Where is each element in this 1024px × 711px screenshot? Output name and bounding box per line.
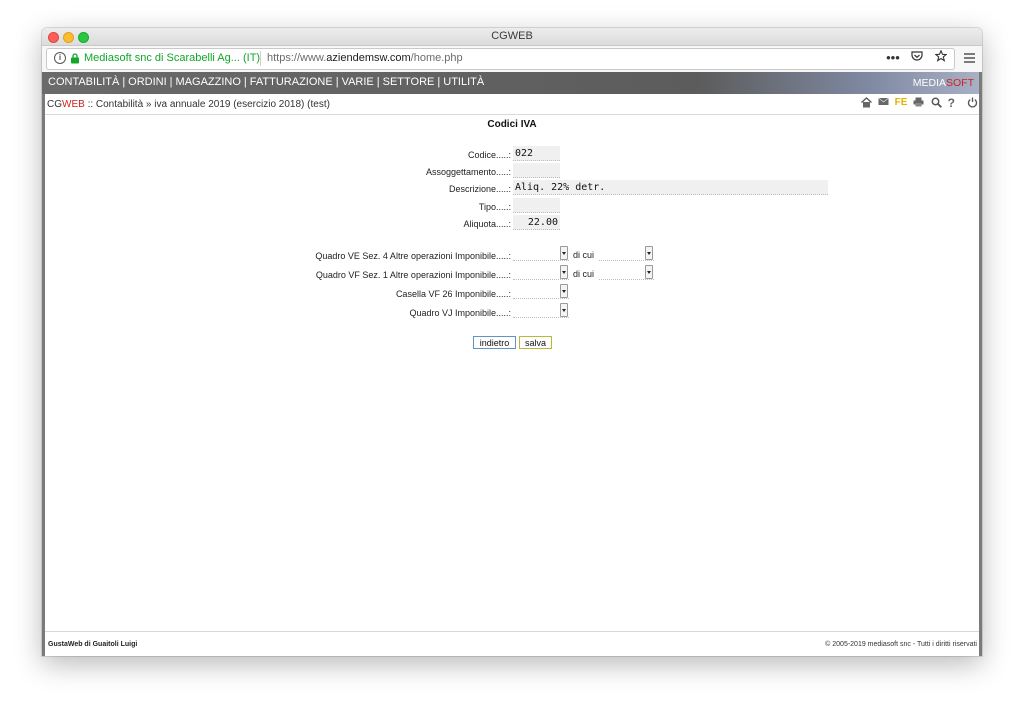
casella-vf26-dropdown-button[interactable] (560, 284, 568, 298)
codice-label: Codice.....: (467, 150, 511, 160)
quadro-vj-label: Quadro VJ Imponibile.....: (409, 308, 511, 318)
hamburger-menu-icon[interactable] (964, 50, 975, 66)
footer-copyright: © 2005-2019 mediasoft snc - Tutti i diri… (825, 641, 977, 648)
quadro-ve-dropdown-button[interactable] (560, 246, 568, 260)
url-prefix: https://www. (267, 52, 327, 64)
tipo-field[interactable] (513, 198, 560, 213)
menu-magazzino[interactable]: MAGAZZINO (176, 76, 241, 88)
brand-media: MEDIA (912, 77, 946, 89)
url-bar: i Mediasoft snc di Scarabelli Ag... (IT)… (42, 46, 982, 73)
quadro-vj-dropdown-button[interactable] (560, 303, 568, 317)
pocket-icon[interactable] (911, 50, 923, 65)
app-name-web: WEB (62, 99, 85, 110)
breadcrumb-path: :: Contabilità » iva annuale 2019 (eserc… (87, 99, 330, 110)
bookmark-star-icon[interactable] (934, 49, 948, 65)
menu-utilita[interactable]: UTILITÀ (443, 76, 484, 88)
browser-window: CGWEB i Mediasoft snc di Scarabelli Ag..… (42, 28, 982, 656)
left-frame-edge (42, 94, 45, 656)
codice-field[interactable]: 022 (513, 146, 560, 161)
power-icon[interactable] (967, 97, 978, 111)
title-bar: CGWEB (42, 28, 982, 46)
print-icon[interactable] (913, 97, 924, 110)
address-field[interactable]: i Mediasoft snc di Scarabelli Ag... (IT)… (46, 48, 955, 70)
right-frame-edge (979, 72, 982, 656)
breadcrumb-row: CGWEB :: Contabilità » iva annuale 2019 … (42, 94, 982, 115)
quadro-vf-dropdown-button[interactable] (560, 265, 568, 279)
fe-icon[interactable]: FE (895, 97, 908, 108)
page-title: Codici IVA (487, 119, 537, 130)
site-identity[interactable]: Mediasoft snc di Scarabelli Ag... (IT) (84, 52, 260, 64)
main-menu: CONTABILITÀ | ORDINI | MAGAZZINO | FATTURAZION… (48, 76, 484, 88)
descrizione-field[interactable]: Aliq. 22% detr. (513, 180, 828, 195)
home-icon[interactable] (860, 97, 872, 111)
assoggettamento-label: Assoggettamento.....: (425, 167, 511, 177)
help-icon[interactable]: ? (948, 97, 955, 109)
url-domain: aziendemsw.com (326, 52, 411, 64)
url-actions: ••• (878, 49, 948, 65)
brand-logo: MEDIASOFT (913, 77, 974, 89)
url-divider (260, 51, 261, 66)
main-menu-bar: CONTABILITÀ | ORDINI | MAGAZZINO | FATTURAZION… (42, 72, 982, 94)
menu-separator: | (122, 76, 126, 88)
menu-separator: | (437, 76, 441, 88)
menu-settore[interactable]: SETTORE (383, 76, 435, 88)
window-title: CGWEB (491, 30, 533, 42)
menu-separator: | (335, 76, 339, 88)
descrizione-label: Descrizione.....: (448, 184, 511, 194)
quadro-vf-di-cui-dropdown-button[interactable] (645, 265, 653, 279)
quadro-vf-label: Quadro VF Sez. 1 Altre operazioni Imponi… (315, 270, 511, 280)
url-text[interactable]: https://www.aziendemsw.com/home.php (267, 52, 463, 64)
info-icon[interactable]: i (54, 52, 66, 64)
back-button[interactable]: indietro (473, 336, 516, 349)
footer-author: GustaWeb di Guaitoli Luigi (48, 641, 138, 648)
quadro-ve-di-cui-dropdown-button[interactable] (645, 246, 653, 260)
app-name-cg: CG (47, 99, 62, 110)
lock-icon (71, 53, 79, 64)
menu-contabilita[interactable]: CONTABILITÀ (48, 76, 119, 88)
quadro-ve-di-cui-label: di cui (573, 250, 595, 260)
menu-varie[interactable]: VARIE (342, 76, 374, 88)
mail-icon[interactable] (877, 97, 889, 109)
menu-fatturazione[interactable]: FATTURAZIONE (250, 76, 333, 88)
url-path: /home.php (410, 52, 463, 64)
main-content: Codici IVA Codice.....: 022 Assoggettame… (42, 115, 982, 631)
quadro-vf-di-cui-label: di cui (573, 269, 595, 279)
quadro-ve-label: Quadro VE Sez. 4 Altre operazioni Imponi… (315, 251, 511, 261)
tipo-label: Tipo.....: (478, 202, 511, 212)
menu-ordini[interactable]: ORDINI (128, 76, 167, 88)
footer: GustaWeb di Guaitoli Luigi © 2005-2019 m… (42, 631, 982, 656)
aliquota-label: Aliquota.....: (463, 219, 511, 229)
more-actions-icon[interactable]: ••• (886, 50, 900, 65)
menu-separator: | (376, 76, 380, 88)
brand-soft: SOFT (946, 77, 974, 89)
menu-separator: | (169, 76, 173, 88)
menu-separator: | (243, 76, 247, 88)
save-button[interactable]: salva (519, 336, 552, 349)
toolbar-icons: FE ? (858, 97, 979, 111)
breadcrumb: CGWEB :: Contabilità » iva annuale 2019 … (47, 99, 330, 110)
search-icon[interactable] (931, 97, 942, 111)
casella-vf26-label: Casella VF 26 Imponibile.....: (395, 289, 511, 299)
aliquota-field[interactable]: 22.00 (513, 215, 560, 230)
assoggettamento-field[interactable] (513, 163, 560, 178)
